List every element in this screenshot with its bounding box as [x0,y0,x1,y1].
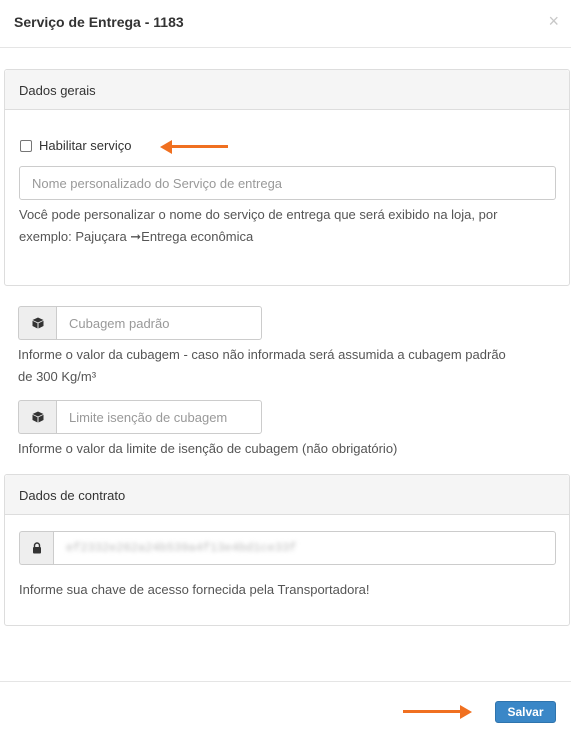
custom-name-help-line1: Você pode personalizar o nome do serviço… [19,207,498,222]
custom-name-help: Você pode personalizar o nome do serviço… [19,204,497,248]
cube-icon [18,306,56,340]
contract-panel: Dados de contrato ef2332e262a24b539a4f13… [4,474,570,626]
exemption-help: Informe o valor da limite de isenção de … [18,441,398,456]
contract-key-group[interactable]: ef2332e262a24b539a4f13e4bd1ce33f [19,531,556,565]
general-panel-heading: Dados gerais [5,70,569,110]
close-icon[interactable]: × [548,12,559,30]
enable-service-label[interactable]: Habilitar serviço [39,138,131,153]
modal-header: Serviço de Entrega - 1183 × [0,0,571,48]
enable-service-checkbox[interactable] [20,139,32,152]
modal-title: Serviço de Entrega - 1183 [14,14,184,30]
custom-name-input[interactable]: Nome personalizado do Serviço de entrega [19,166,556,200]
save-button[interactable]: Salvar [495,701,556,723]
contract-key-input[interactable]: ef2332e262a24b539a4f13e4bd1ce33f [53,531,556,565]
contract-help: Informe sua chave de acesso fornecida pe… [19,582,370,597]
enable-service-row[interactable]: Habilitar serviço [20,138,131,153]
exemption-input[interactable]: Limite isenção de cubagem [56,400,262,434]
cube-icon [18,400,56,434]
cubage-input[interactable]: Cubagem padrão [56,306,262,340]
lock-icon [19,531,53,565]
cubage-help: Informe o valor da cubagem - caso não in… [18,344,506,388]
arrow-right-shaft [403,710,461,713]
contract-key-value: ef2332e262a24b539a4f13e4bd1ce33f [66,541,297,555]
modal-footer [0,681,571,736]
arrow-left-shaft [170,145,228,148]
custom-name-help-line2: exemplo: Pajuçara ➞Entrega econômica [19,229,254,244]
contract-panel-heading: Dados de contrato [5,475,569,515]
general-panel: Dados gerais Habilitar serviço Nome pers… [4,69,570,286]
cubage-help-line2: de 300 Kg/m³ [18,369,97,384]
exemption-input-group[interactable]: Limite isenção de cubagem [18,400,262,434]
arrow-right-icon [460,705,472,719]
cubage-help-line1: Informe o valor da cubagem - caso não in… [18,347,506,362]
cubage-input-group[interactable]: Cubagem padrão [18,306,262,340]
